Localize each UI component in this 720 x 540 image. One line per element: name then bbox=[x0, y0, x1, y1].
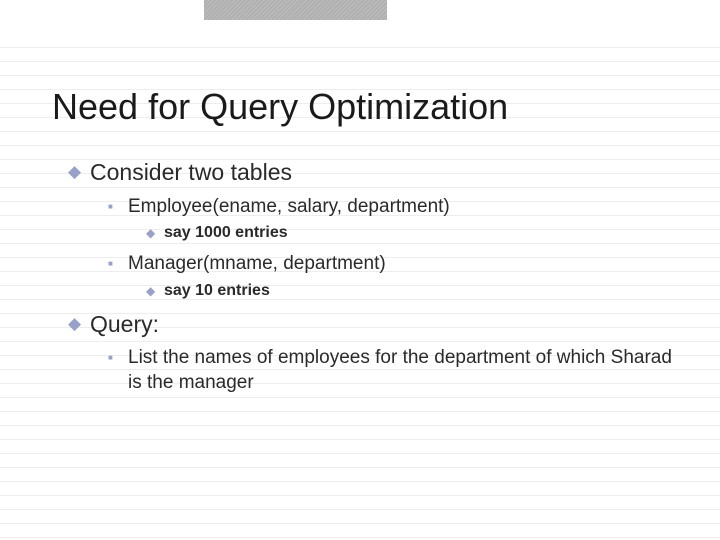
bullet-query: ◆ Query: bbox=[68, 310, 678, 339]
diamond-bullet-icon: ◆ bbox=[68, 310, 90, 338]
slide-content: Need for Query Optimization ◆ Consider t… bbox=[0, 0, 720, 540]
bullet-text: Consider two tables bbox=[90, 158, 678, 187]
bullet-query-description: ■ List the names of employees for the de… bbox=[108, 346, 678, 395]
slide-title: Need for Query Optimization bbox=[52, 86, 508, 128]
bullet-text: List the names of employees for the depa… bbox=[128, 346, 678, 395]
square-bullet-icon: ■ bbox=[108, 195, 128, 218]
header-placeholder-hatch bbox=[204, 0, 387, 20]
bullet-text: Manager(mname, department) bbox=[128, 252, 678, 277]
diamond-bullet-icon: ◆ bbox=[68, 158, 90, 186]
slide-body: ◆ Consider two tables ■ Employee(ename, … bbox=[68, 150, 678, 396]
bullet-manager-table: ■ Manager(mname, department) bbox=[108, 252, 678, 277]
bullet-text: Employee(ename, salary, department) bbox=[128, 195, 678, 220]
square-bullet-icon: ■ bbox=[108, 252, 128, 275]
bullet-employee-count: ◆ say 1000 entries bbox=[146, 223, 678, 244]
diamond-bullet-icon: ◆ bbox=[146, 281, 164, 301]
bullet-text: say 1000 entries bbox=[164, 223, 678, 244]
bullet-employee-table: ■ Employee(ename, salary, department) bbox=[108, 195, 678, 220]
bullet-text: Query: bbox=[90, 310, 678, 339]
bullet-manager-count: ◆ say 10 entries bbox=[146, 281, 678, 302]
bullet-text: say 10 entries bbox=[164, 281, 678, 302]
square-bullet-icon: ■ bbox=[108, 346, 128, 369]
bullet-consider-two-tables: ◆ Consider two tables bbox=[68, 158, 678, 187]
diamond-bullet-icon: ◆ bbox=[146, 223, 164, 243]
